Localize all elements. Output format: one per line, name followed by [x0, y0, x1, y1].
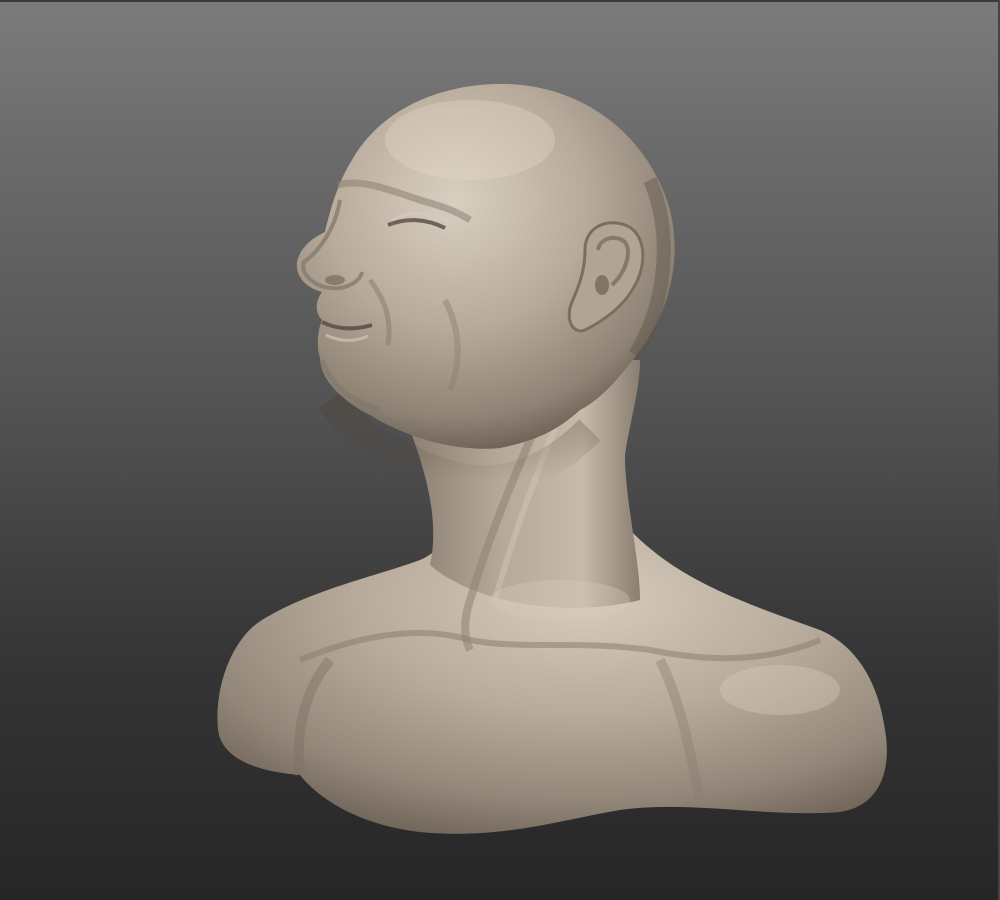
crown-highlight — [385, 100, 555, 180]
3d-viewport[interactable] — [0, 0, 1000, 900]
chest-highlight — [490, 580, 630, 620]
sculpted-bust-model[interactable] — [0, 0, 1000, 900]
shoulder-highlight-right — [720, 665, 840, 715]
ear-canal — [595, 275, 609, 295]
nostril — [325, 275, 345, 285]
